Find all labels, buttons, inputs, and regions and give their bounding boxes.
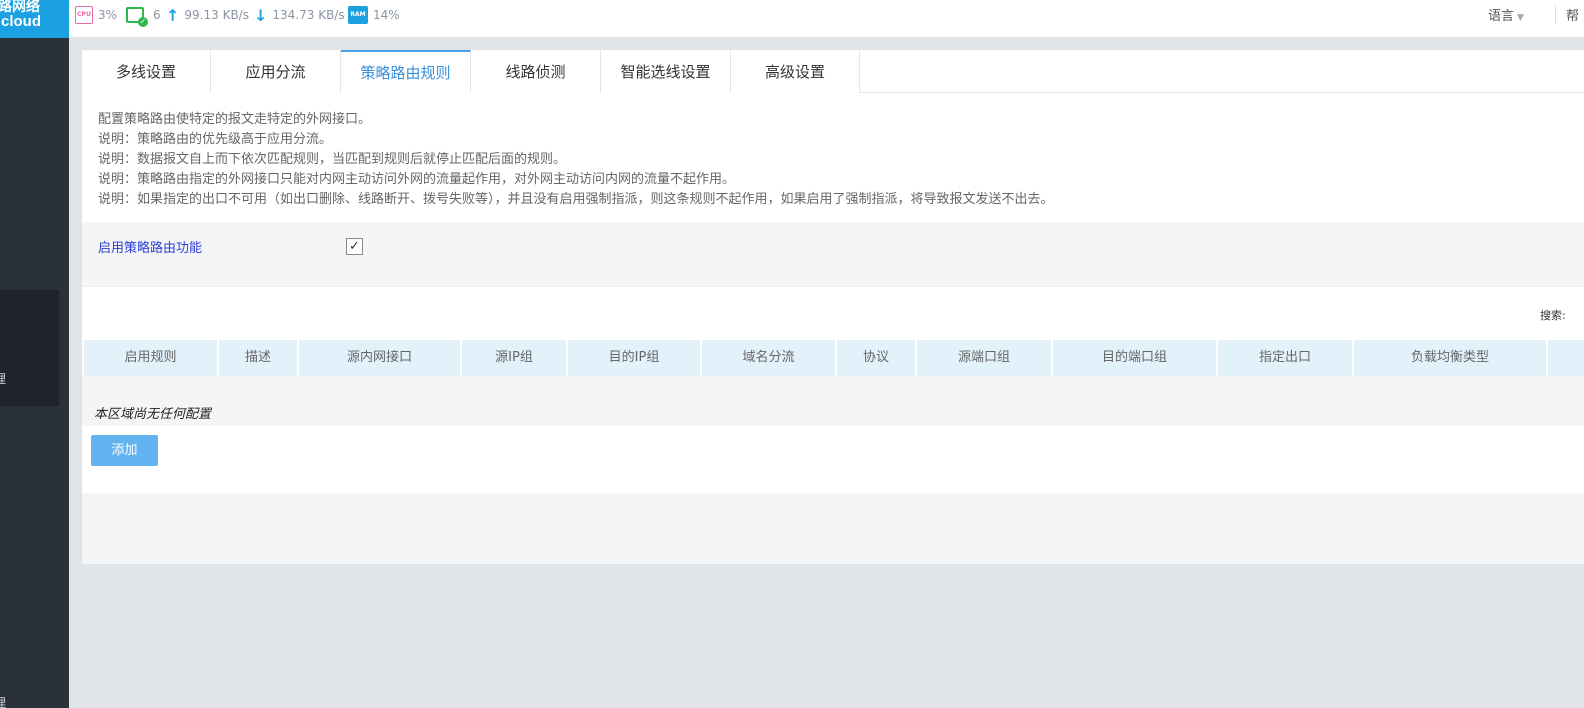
empty-table-row: 本区域尚无任何配置	[82, 376, 1584, 426]
enable-policy-routing-checkbox[interactable]: ✓	[346, 238, 363, 255]
description-line: 说明：策略路由指定的外网接口只能对内网主动访问外网的流量起作用，对外网主动访问内…	[98, 172, 736, 187]
ram-value: 14%	[373, 8, 400, 22]
cpu-stat: CPU 3%	[75, 5, 117, 25]
cpu-icon: CPU	[75, 6, 93, 24]
main-panel: 多线设置 应用分流 策略路由规则 线路侦测 智能选线设置 高级设置 配置策略路由…	[82, 50, 1584, 564]
cpu-value: 3%	[98, 8, 118, 22]
column-header-domain-split[interactable]: 域名分流	[702, 340, 837, 376]
upload-arrow-icon: ↑	[166, 5, 180, 25]
top-status-bar: CPU 3% 6 ↑ 99.13 KB/s ↓ 134.73 KB/s RAM …	[69, 0, 1584, 38]
column-header-enable-rule[interactable]: 启用规则	[84, 340, 219, 376]
tab-app-split[interactable]: 应用分流	[211, 50, 341, 93]
tab-multiline-settings[interactable]: 多线设置	[82, 50, 211, 93]
description-line: 说明：如果指定的出口不可用（如出口删除、线路断开、拨号失败等），并且没有启用强制…	[98, 192, 1054, 207]
tab-advanced-settings[interactable]: 高级设置	[731, 50, 860, 93]
sidebar-item-active[interactable]: 理	[0, 290, 59, 406]
ram-stat: RAM 14%	[348, 5, 400, 25]
sidebar-item-label: 理	[0, 372, 7, 386]
column-header-load-balance-type[interactable]: 负载均衡类型	[1354, 340, 1548, 376]
enable-policy-routing-row: 启用策略路由功能 ✓	[82, 224, 1584, 269]
description-line: 说明：数据报文自上而下依次匹配规则，当匹配到规则后就停止匹配后面的规则。	[98, 152, 567, 167]
column-header-source-ip-group[interactable]: 源IP组	[462, 340, 568, 376]
language-label: 语言	[1488, 9, 1515, 24]
column-header-designated-exit[interactable]: 指定出口	[1218, 340, 1354, 376]
rules-table-header: 启用规则 描述 源内网接口 源IP组 目的IP组 域名分流 协议 源端口组 目的…	[84, 340, 1584, 376]
tab-smart-line-selection[interactable]: 智能选线设置	[601, 50, 731, 93]
rules-table-area: 搜索: 启用规则 描述 源内网接口 源IP组 目的IP组 域名分流 协议 源端口…	[82, 286, 1584, 474]
enable-policy-routing-label: 启用策略路由功能	[98, 241, 203, 256]
caret-down-icon: ▼	[1517, 13, 1524, 23]
search-label: 搜索:	[1540, 309, 1566, 322]
download-value: 134.73 KB/s	[272, 8, 345, 22]
add-button[interactable]: 添加	[91, 435, 158, 466]
help-link[interactable]: 帮	[1555, 5, 1579, 24]
tab-line-detection[interactable]: 线路侦测	[471, 50, 601, 93]
column-header-source-port-group[interactable]: 源端口组	[917, 340, 1053, 376]
description-line: 说明：策略路由的优先级高于应用分流。	[98, 132, 333, 147]
panel-footer-space	[82, 473, 1584, 493]
tab-bar: 多线设置 应用分流 策略路由规则 线路侦测 智能选线设置 高级设置	[82, 50, 1584, 93]
empty-table-message: 本区域尚无任何配置	[94, 407, 212, 422]
online-stat: 6	[126, 5, 161, 27]
ram-icon: RAM	[348, 6, 368, 24]
download-arrow-icon: ↓	[254, 5, 268, 25]
monitor-check-icon	[126, 7, 148, 27]
column-header-protocol[interactable]: 协议	[837, 340, 917, 376]
online-count: 6	[153, 8, 161, 22]
column-header-dest-port-group[interactable]: 目的端口组	[1053, 340, 1218, 376]
column-header-description[interactable]: 描述	[219, 340, 299, 376]
description-line: 配置策略路由使特定的报文走特定的外网接口。	[98, 112, 372, 127]
column-header-dest-ip-group[interactable]: 目的IP组	[568, 340, 702, 376]
sidebar: 路网络 cloud 理 理	[0, 0, 69, 708]
description-block: 配置策略路由使特定的报文走特定的外网接口。 说明：策略路由的优先级高于应用分流。…	[82, 93, 1584, 222]
logo[interactable]: 路网络 cloud	[0, 0, 69, 38]
tab-policy-routing[interactable]: 策略路由规则	[341, 50, 471, 93]
download-stat: ↓ 134.73 KB/s	[254, 5, 345, 25]
language-dropdown[interactable]: 语言 ▼	[1488, 5, 1524, 24]
upload-value: 99.13 KB/s	[184, 8, 249, 22]
upload-stat: ↑ 99.13 KB/s	[166, 5, 249, 25]
column-header-source-lan-interface[interactable]: 源内网接口	[299, 340, 462, 376]
logo-text-line2: cloud	[1, 13, 41, 30]
sidebar-item-bottom[interactable]: 理	[0, 694, 6, 708]
